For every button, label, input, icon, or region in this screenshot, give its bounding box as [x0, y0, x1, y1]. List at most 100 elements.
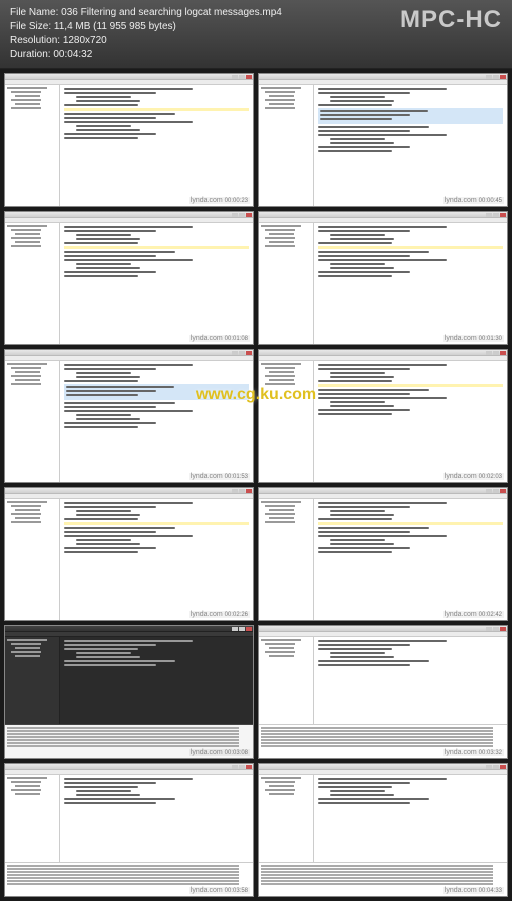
frame-timestamp: 00:00:23 — [225, 198, 248, 204]
watermark-text: lynda.com — [445, 611, 477, 618]
window-titlebar — [5, 350, 253, 356]
close-icon — [246, 75, 252, 79]
minimize-icon — [486, 75, 492, 79]
ide-editor — [60, 637, 253, 724]
maximize-icon — [493, 75, 499, 79]
minimize-icon — [486, 213, 492, 217]
ide-editor — [314, 361, 507, 482]
window-titlebar — [5, 626, 253, 632]
window-controls — [232, 213, 252, 217]
ide-editor — [314, 499, 507, 620]
watermark-text: lynda.com — [191, 197, 223, 204]
close-icon — [500, 765, 506, 769]
minimize-icon — [232, 351, 238, 355]
file-size-value: 11,4 MB (11 955 985 bytes) — [54, 21, 176, 32]
close-icon — [246, 213, 252, 217]
maximize-icon — [239, 75, 245, 79]
window-titlebar — [5, 212, 253, 218]
watermark-text: lynda.com — [191, 335, 223, 342]
thumbnail[interactable]: lynda.com 00:00:45 — [258, 73, 508, 207]
window-controls — [486, 765, 506, 769]
close-icon — [500, 351, 506, 355]
minimize-icon — [486, 627, 492, 631]
ide-sidebar — [259, 499, 314, 620]
close-icon — [500, 75, 506, 79]
frame-timestamp: 00:03:58 — [225, 888, 248, 894]
thumbnail[interactable]: lynda.com 00:01:30 — [258, 211, 508, 345]
window-titlebar — [259, 626, 507, 632]
frame-timestamp: 00:02:42 — [479, 612, 502, 618]
window-controls — [232, 75, 252, 79]
resolution-label: Resolution: — [10, 35, 60, 46]
ide-sidebar — [5, 499, 60, 620]
maximize-icon — [239, 765, 245, 769]
window-controls — [232, 351, 252, 355]
watermark-text: lynda.com — [191, 887, 223, 894]
maximize-icon — [239, 351, 245, 355]
maximize-icon — [239, 489, 245, 493]
close-icon — [500, 627, 506, 631]
window-titlebar — [5, 488, 253, 494]
thumbnail[interactable]: lynda.com 00:02:26 — [4, 487, 254, 621]
watermark-text: lynda.com — [445, 335, 477, 342]
ide-sidebar — [5, 85, 60, 206]
minimize-icon — [486, 489, 492, 493]
close-icon — [500, 213, 506, 217]
frame-timestamp: 00:02:03 — [479, 474, 502, 480]
maximize-icon — [493, 213, 499, 217]
maximize-icon — [493, 627, 499, 631]
frame-timestamp: 00:04:33 — [479, 888, 502, 894]
watermark-text: lynda.com — [445, 197, 477, 204]
window-titlebar — [5, 74, 253, 80]
minimize-icon — [486, 765, 492, 769]
frame-timestamp: 00:01:30 — [479, 336, 502, 342]
close-icon — [246, 627, 252, 631]
window-controls — [486, 627, 506, 631]
maximize-icon — [239, 213, 245, 217]
minimize-icon — [232, 627, 238, 631]
duration-value: 00:04:32 — [53, 49, 92, 60]
window-titlebar — [259, 74, 507, 80]
watermark-text: lynda.com — [191, 611, 223, 618]
ide-sidebar — [5, 637, 60, 724]
ide-sidebar — [259, 85, 314, 206]
thumbnail[interactable]: lynda.com 00:02:03 — [258, 349, 508, 483]
minimize-icon — [232, 75, 238, 79]
source-watermark: lynda.com 00:03:08 — [189, 749, 250, 756]
thumbnail-grid: lynda.com 00:00:23 — [0, 69, 512, 901]
watermark-text: lynda.com — [445, 749, 477, 756]
thumbnail[interactable]: lynda.com 00:04:33 — [258, 763, 508, 897]
window-controls — [232, 627, 252, 631]
thumbnail[interactable]: lynda.com 00:02:42 — [258, 487, 508, 621]
ide-editor — [314, 85, 507, 206]
thumbnail[interactable]: lynda.com 00:03:08 — [4, 625, 254, 759]
watermark-text: lynda.com — [191, 473, 223, 480]
frame-timestamp: 00:01:08 — [225, 336, 248, 342]
source-watermark: lynda.com 00:00:23 — [189, 197, 250, 204]
thumbnail[interactable]: lynda.com 00:01:53 — [4, 349, 254, 483]
ide-sidebar — [5, 361, 60, 482]
window-controls — [486, 489, 506, 493]
thumbnail[interactable]: lynda.com 00:03:58 — [4, 763, 254, 897]
ide-editor — [60, 361, 253, 482]
window-titlebar — [259, 488, 507, 494]
thumbnail[interactable]: lynda.com 00:00:23 — [4, 73, 254, 207]
window-titlebar — [259, 350, 507, 356]
source-watermark: lynda.com 00:04:33 — [443, 887, 504, 894]
resolution-value: 1280x720 — [63, 35, 107, 46]
file-name-label: File Name: — [10, 7, 58, 18]
ide-editor — [314, 637, 507, 724]
app-name: MPC-HC — [400, 6, 502, 34]
file-info: File Name: 036 Filtering and searching l… — [10, 6, 282, 62]
minimize-icon — [232, 765, 238, 769]
close-icon — [246, 351, 252, 355]
source-watermark: lynda.com 00:03:58 — [189, 887, 250, 894]
thumbnail[interactable]: lynda.com 00:01:08 — [4, 211, 254, 345]
window-titlebar — [5, 764, 253, 770]
window-controls — [232, 765, 252, 769]
maximize-icon — [239, 627, 245, 631]
thumbnail[interactable]: lynda.com 00:03:32 — [258, 625, 508, 759]
duration-label: Duration: — [10, 49, 51, 60]
source-watermark: lynda.com 00:01:08 — [189, 335, 250, 342]
ide-editor — [314, 775, 507, 862]
